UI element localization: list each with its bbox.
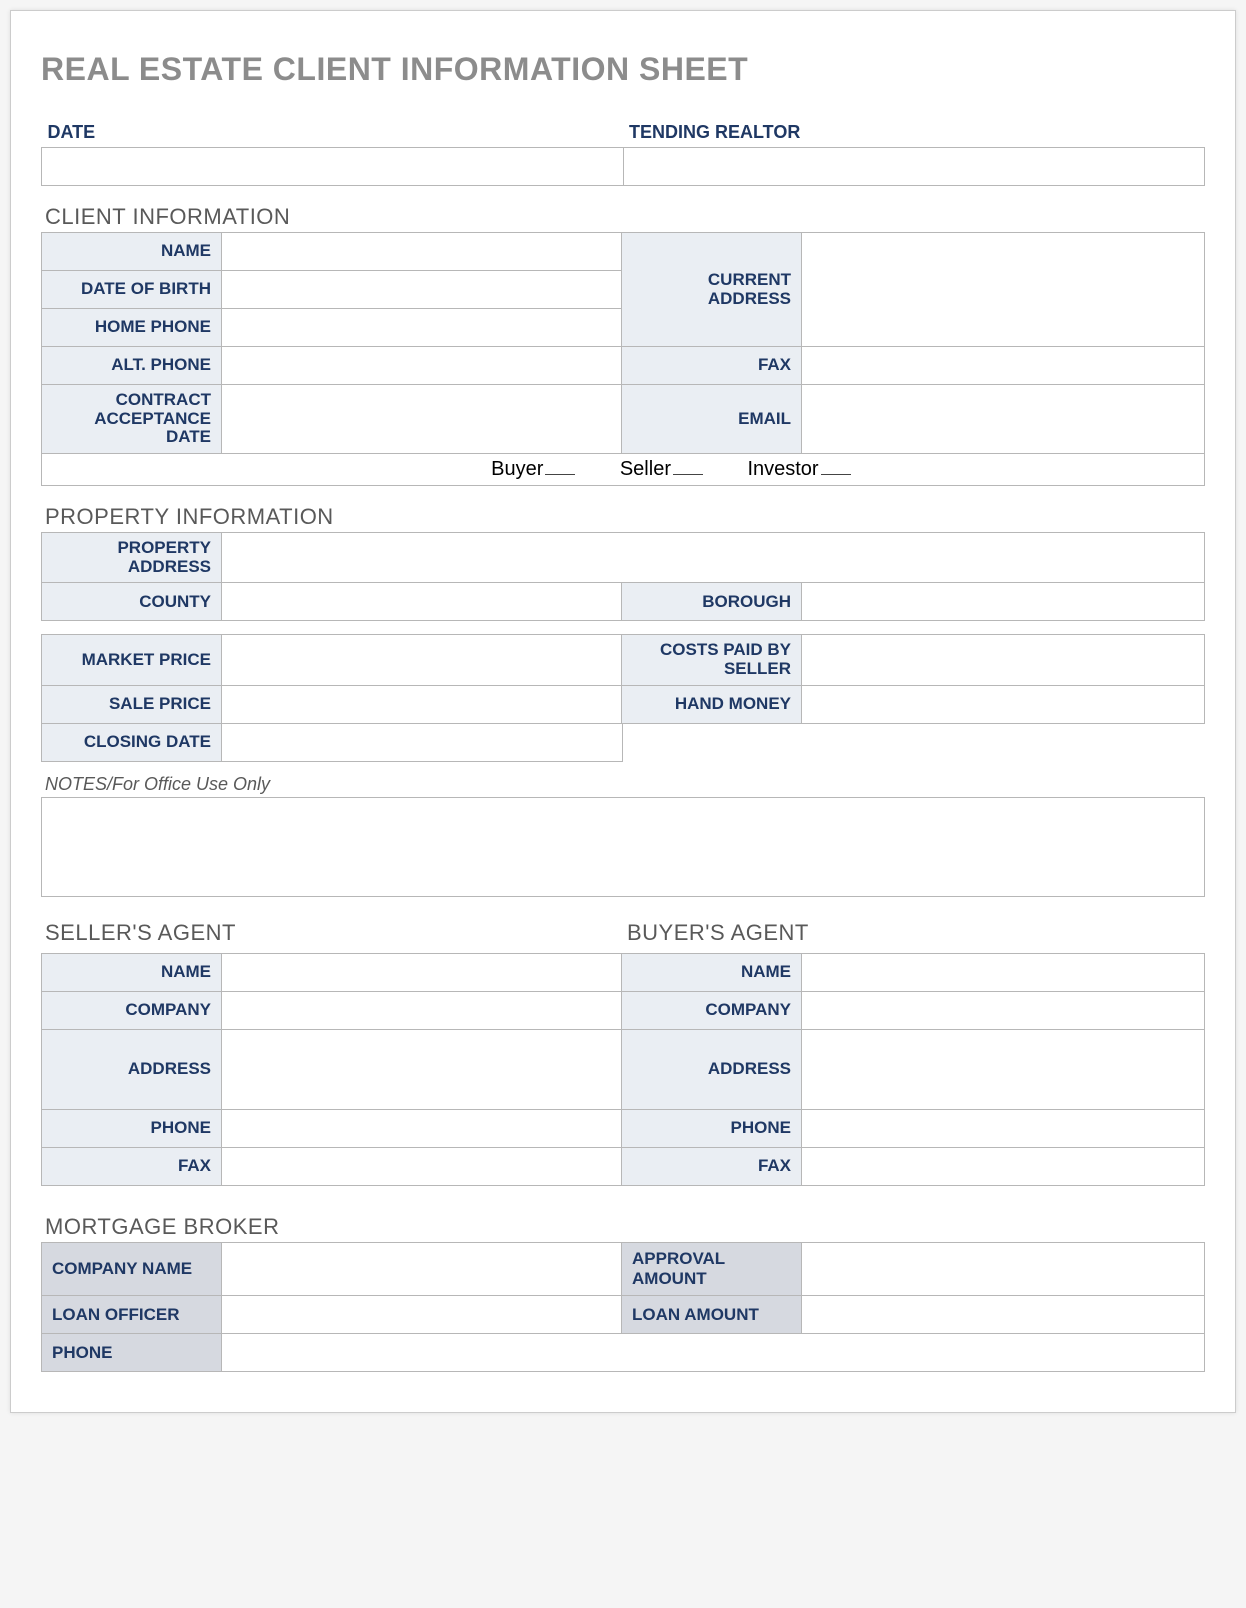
sa-address-field[interactable] xyxy=(222,1030,622,1110)
buyer-blank[interactable] xyxy=(545,474,575,475)
fax-label: FAX xyxy=(622,347,802,385)
approval-amount-field[interactable] xyxy=(802,1243,1205,1296)
role-seller-label: Seller xyxy=(620,458,671,480)
ba-name-label: NAME xyxy=(622,954,802,992)
email-field[interactable] xyxy=(802,385,1205,454)
closing-date-field[interactable] xyxy=(222,724,623,762)
client-table: NAME CURRENT ADDRESS DATE OF BIRTH HOME … xyxy=(41,232,1205,486)
sa-company-field[interactable] xyxy=(222,992,622,1030)
seller-agent-title: SELLER'S AGENT xyxy=(45,920,236,945)
dob-field[interactable] xyxy=(222,271,622,309)
home-phone-field[interactable] xyxy=(222,309,622,347)
role-investor-label: Investor xyxy=(747,458,818,480)
loan-amount-label: LOAN AMOUNT xyxy=(622,1296,802,1334)
ba-company-field[interactable] xyxy=(802,992,1205,1030)
dob-label: DATE OF BIRTH xyxy=(42,271,222,309)
sa-phone-field[interactable] xyxy=(222,1110,622,1148)
mb-phone-label: PHONE xyxy=(42,1334,222,1372)
mortgage-table: COMPANY NAME APPROVAL AMOUNT LOAN OFFICE… xyxy=(41,1242,1205,1372)
sa-fax-field[interactable] xyxy=(222,1148,622,1186)
mortgage-section-title: MORTGAGE BROKER xyxy=(45,1214,1205,1240)
notes-field[interactable] xyxy=(41,797,1205,897)
ba-fax-field[interactable] xyxy=(802,1148,1205,1186)
sa-fax-label: FAX xyxy=(42,1148,222,1186)
current-address-field[interactable] xyxy=(802,233,1205,347)
contract-field[interactable] xyxy=(222,385,622,454)
sa-phone-label: PHONE xyxy=(42,1110,222,1148)
ba-phone-label: PHONE xyxy=(622,1110,802,1148)
market-price-label: MARKET PRICE xyxy=(42,635,222,685)
name-label: NAME xyxy=(42,233,222,271)
agent-titles: SELLER'S AGENT BUYER'S AGENT xyxy=(41,915,1205,953)
fax-field[interactable] xyxy=(802,347,1205,385)
role-buyer-label: Buyer xyxy=(491,458,543,480)
page-title: REAL ESTATE CLIENT INFORMATION SHEET xyxy=(41,51,1205,88)
realtor-field[interactable] xyxy=(623,148,1205,186)
borough-field[interactable] xyxy=(802,583,1205,621)
loan-amount-field[interactable] xyxy=(802,1296,1205,1334)
company-name-field[interactable] xyxy=(222,1243,622,1296)
ba-company-label: COMPANY xyxy=(622,992,802,1030)
borough-label: BOROUGH xyxy=(622,583,802,621)
ba-phone-field[interactable] xyxy=(802,1110,1205,1148)
top-table: DATE TENDING REALTOR xyxy=(41,116,1205,186)
mb-phone-field[interactable] xyxy=(222,1334,1205,1372)
sale-price-label: SALE PRICE xyxy=(42,685,222,723)
costs-paid-field[interactable] xyxy=(802,635,1205,685)
alt-phone-field[interactable] xyxy=(222,347,622,385)
ba-address-field[interactable] xyxy=(802,1030,1205,1110)
county-field[interactable] xyxy=(222,583,622,621)
property-section-title: PROPERTY INFORMATION xyxy=(45,504,1205,530)
home-phone-label: HOME PHONE xyxy=(42,309,222,347)
ba-fax-label: FAX xyxy=(622,1148,802,1186)
buyer-agent-title: BUYER'S AGENT xyxy=(627,920,809,945)
seller-blank[interactable] xyxy=(673,474,703,475)
sa-name-label: NAME xyxy=(42,954,222,992)
ba-name-field[interactable] xyxy=(802,954,1205,992)
loan-officer-label: LOAN OFFICER xyxy=(42,1296,222,1334)
client-section-title: CLIENT INFORMATION xyxy=(45,204,1205,230)
closing-date-table: CLOSING DATE xyxy=(41,724,623,763)
property-table-1: PROPERTY ADDRESS COUNTY BOROUGH MARKET P… xyxy=(41,532,1205,724)
sa-name-field[interactable] xyxy=(222,954,622,992)
county-label: COUNTY xyxy=(42,583,222,621)
current-address-label: CURRENT ADDRESS xyxy=(622,233,802,347)
hand-money-field[interactable] xyxy=(802,685,1205,723)
sa-address-label: ADDRESS xyxy=(42,1030,222,1110)
property-address-label: PROPERTY ADDRESS xyxy=(42,533,222,583)
investor-blank[interactable] xyxy=(821,474,851,475)
company-name-label: COMPANY NAME xyxy=(42,1243,222,1296)
name-field[interactable] xyxy=(222,233,622,271)
market-price-field[interactable] xyxy=(222,635,622,685)
document-page: REAL ESTATE CLIENT INFORMATION SHEET DAT… xyxy=(10,10,1236,1413)
date-label: DATE xyxy=(42,116,624,148)
costs-paid-label: COSTS PAID BY SELLER xyxy=(622,635,802,685)
agents-table: NAME NAME COMPANY COMPANY ADDRESS ADDRES… xyxy=(41,953,1205,1186)
realtor-label: TENDING REALTOR xyxy=(623,116,1205,148)
ba-address-label: ADDRESS xyxy=(622,1030,802,1110)
email-label: EMAIL xyxy=(622,385,802,454)
loan-officer-field[interactable] xyxy=(222,1296,622,1334)
approval-amount-label: APPROVAL AMOUNT xyxy=(622,1243,802,1296)
hand-money-label: HAND MONEY xyxy=(622,685,802,723)
property-address-field[interactable] xyxy=(222,533,1205,583)
sale-price-field[interactable] xyxy=(222,685,622,723)
role-row[interactable]: Buyer Seller Investor xyxy=(42,454,1205,486)
closing-date-label: CLOSING DATE xyxy=(42,724,222,762)
date-field[interactable] xyxy=(42,148,624,186)
contract-label: CONTRACT ACCEPTANCE DATE xyxy=(42,385,222,454)
notes-label: NOTES/For Office Use Only xyxy=(45,774,1205,795)
alt-phone-label: ALT. PHONE xyxy=(42,347,222,385)
sa-company-label: COMPANY xyxy=(42,992,222,1030)
